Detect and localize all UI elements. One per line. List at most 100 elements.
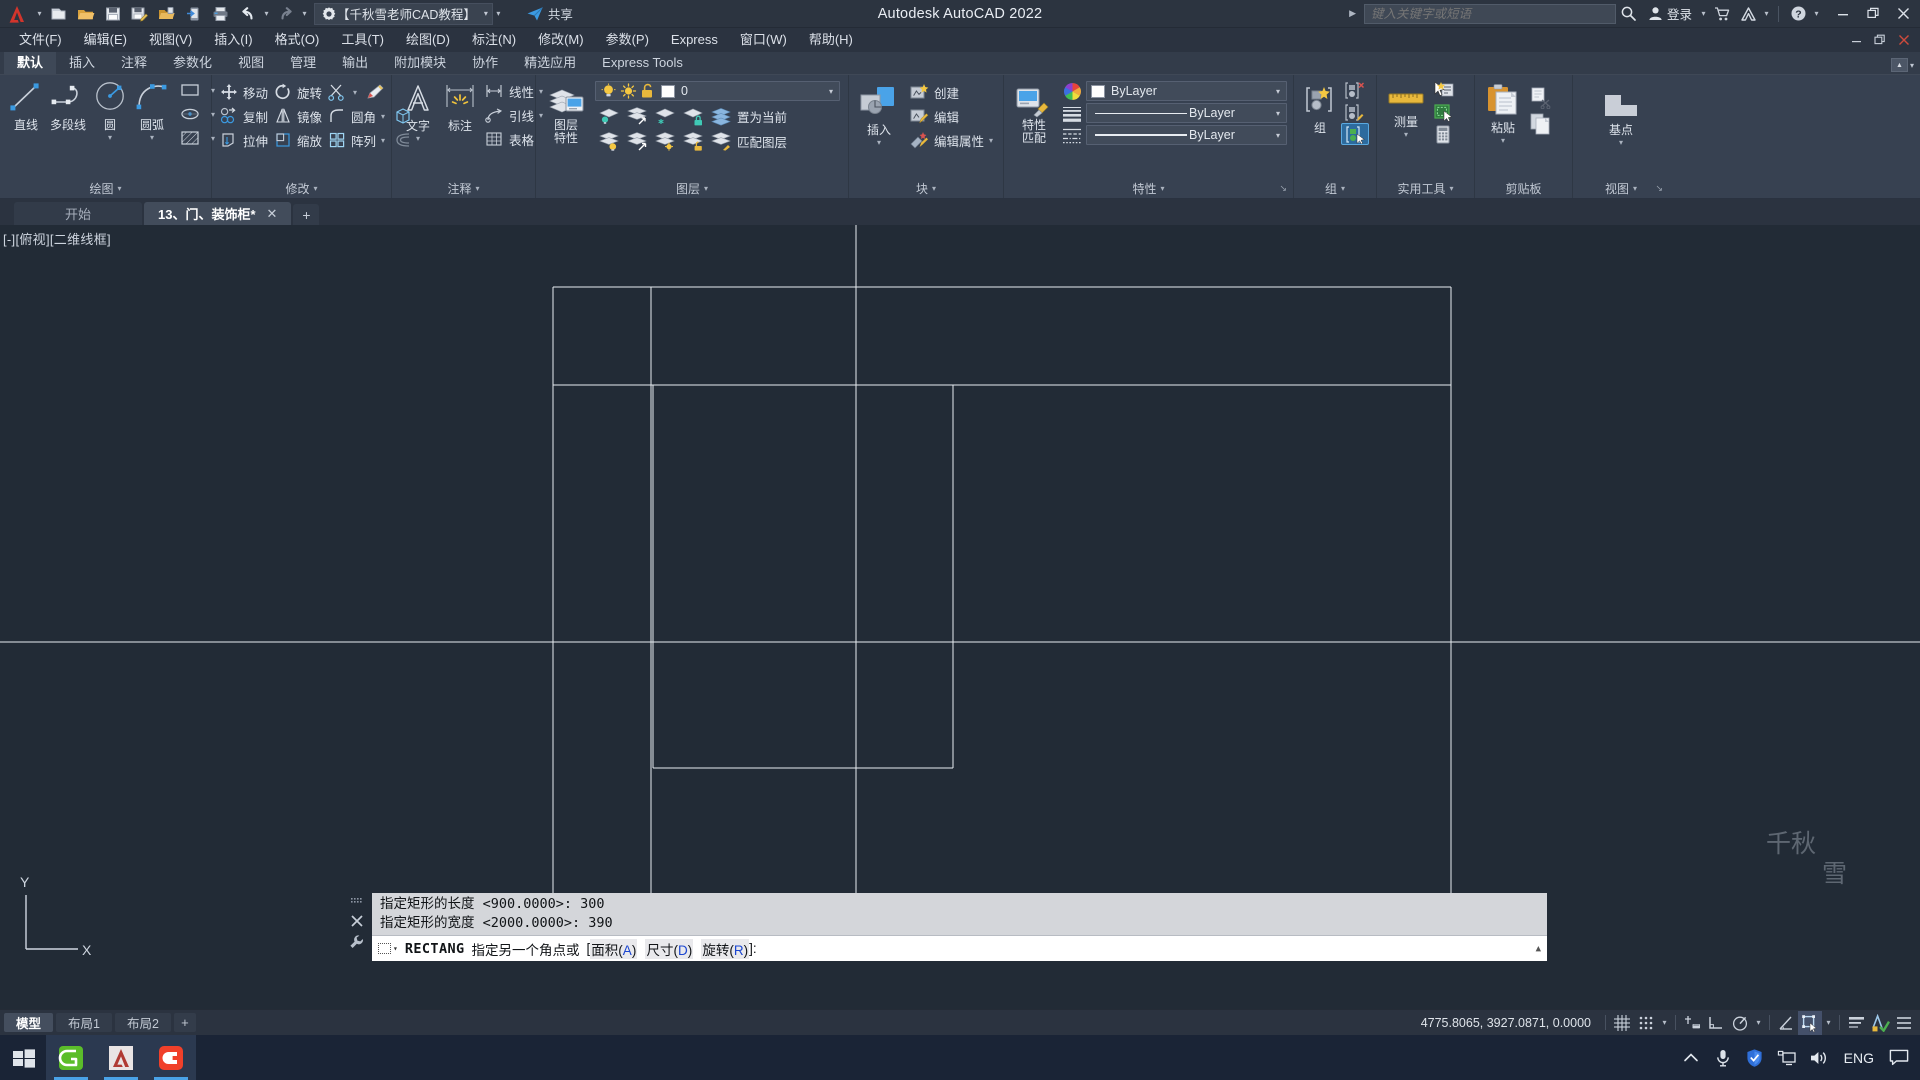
- insert-block-dropdown-caret[interactable]: ▾: [877, 139, 881, 147]
- match-properties-button[interactable]: 特性 匹配: [1009, 79, 1059, 145]
- command-history[interactable]: 指定矩形的长度 <900.0000>: 300 指定矩形的宽度 <2000.00…: [372, 893, 1547, 935]
- qat-customize-caret[interactable]: ▾: [34, 0, 45, 28]
- undo-dropdown-caret[interactable]: ▾: [261, 0, 272, 28]
- ortho-mode-icon[interactable]: [1704, 1011, 1728, 1035]
- panel-title-properties[interactable]: 特性 ▾ ↘: [1004, 179, 1293, 198]
- ribbon-tab-addins[interactable]: 附加模块: [381, 51, 459, 74]
- menu-item-draw[interactable]: 绘图(D): [395, 28, 461, 52]
- command-history-caret-icon[interactable]: ▾: [393, 944, 398, 953]
- scale-tool-button[interactable]: 缩放: [271, 128, 325, 152]
- network-display-icon[interactable]: [1772, 1035, 1802, 1080]
- menu-item-tools[interactable]: 工具(T): [330, 28, 395, 52]
- volume-icon[interactable]: [1804, 1035, 1834, 1080]
- status-tab-layout2[interactable]: 布局2: [114, 1013, 171, 1032]
- arc-tool-button[interactable]: 圆弧 ▾: [131, 78, 173, 142]
- panel-title-annotation[interactable]: 注释 ▾: [392, 179, 535, 198]
- lightbulb-on-icon[interactable]: [600, 83, 617, 99]
- panel-title-group[interactable]: 组 ▾: [1294, 179, 1376, 198]
- undo-icon[interactable]: [234, 2, 261, 26]
- cut-button[interactable]: [1526, 85, 1554, 111]
- edit-attributes-button[interactable]: 编辑属性 ▾: [906, 128, 996, 152]
- ribbon-tab-manage[interactable]: 管理: [277, 51, 329, 74]
- line-tool-button[interactable]: 直线: [5, 78, 47, 133]
- coordinates-display[interactable]: 4775.8065, 3927.0871, 0.0000: [1411, 1016, 1601, 1030]
- ribbon-tab-home[interactable]: 默认: [4, 51, 57, 74]
- drag-handle-icon[interactable]: [350, 896, 364, 911]
- panel-expand-properties-caret[interactable]: ▾: [1161, 184, 1165, 193]
- menu-item-help[interactable]: 帮助(H): [798, 28, 864, 52]
- layer-lock-button[interactable]: [679, 104, 707, 128]
- drawing-canvas[interactable]: [-][俯视][二维线框] Y X 千秋 雪 指定矩形的长度 <900.0000…: [0, 225, 1920, 1009]
- ribbon-tab-featured-apps[interactable]: 精选应用: [511, 51, 589, 74]
- open-from-web-icon[interactable]: [153, 2, 180, 26]
- array-tool-button[interactable]: 阵列 ▾: [325, 128, 388, 152]
- taskbar-app-green-icon[interactable]: [46, 1035, 96, 1080]
- panel-expand-draw-caret[interactable]: ▾: [118, 184, 122, 193]
- workspace-switcher[interactable]: 【千秋雪老师CAD教程】 ▾: [314, 2, 493, 25]
- measure-dropdown-caret[interactable]: ▾: [1404, 131, 1408, 139]
- polyline-tool-button[interactable]: 多段线: [47, 78, 89, 133]
- workspace-dropdown-caret[interactable]: ▾: [484, 9, 488, 18]
- object-linetype-combo[interactable]: ByLayer ▾: [1086, 125, 1287, 145]
- cart-icon[interactable]: [1709, 1, 1735, 27]
- save-as-icon[interactable]: [126, 2, 153, 26]
- search-expander-icon[interactable]: ▶: [1349, 8, 1356, 19]
- customization-menu-icon[interactable]: [1892, 1011, 1916, 1035]
- linetype-list-button[interactable]: [1061, 125, 1083, 145]
- taskbar-app-c-icon[interactable]: [146, 1035, 196, 1080]
- view-dialog-launcher[interactable]: ↘: [1655, 183, 1663, 194]
- layer-unisolate-button[interactable]: [623, 104, 651, 128]
- layer-thaw-all-button[interactable]: [651, 129, 679, 153]
- ribbon-minimize-icon[interactable]: ▲: [1890, 58, 1908, 72]
- microphone-icon[interactable]: [1708, 1035, 1738, 1080]
- snap-dropdown-caret[interactable]: ▾: [1658, 1011, 1671, 1035]
- select-all-button[interactable]: [1430, 101, 1458, 123]
- shield-security-icon[interactable]: [1740, 1035, 1770, 1080]
- restore-window-button[interactable]: [1858, 0, 1888, 28]
- ribbon-tab-view[interactable]: 视图: [225, 51, 277, 74]
- customize-wrench-icon[interactable]: [349, 934, 365, 953]
- menu-item-modify[interactable]: 修改(M): [527, 28, 595, 52]
- group-button[interactable]: 组: [1299, 79, 1341, 136]
- document-tab-start[interactable]: 开始: [14, 202, 142, 225]
- command-scroll-up-icon[interactable]: ▲: [1536, 944, 1541, 954]
- fillet-dropdown-caret[interactable]: ▾: [381, 112, 385, 121]
- polar-tracking-icon[interactable]: [1728, 1011, 1752, 1035]
- layer-make-current-button[interactable]: 置为当前: [707, 104, 790, 128]
- panel-expand-modify-caret[interactable]: ▾: [314, 184, 318, 193]
- layer-unlock-button[interactable]: [679, 129, 707, 153]
- object-lineweight-dropdown-caret[interactable]: ▾: [1276, 109, 1284, 118]
- fillet-tool-button[interactable]: 圆角 ▾: [325, 104, 388, 128]
- circle-dropdown-caret[interactable]: ▾: [108, 134, 112, 142]
- search-icon[interactable]: [1616, 1, 1642, 27]
- menu-item-insert[interactable]: 插入(I): [203, 28, 263, 52]
- help-dropdown-caret[interactable]: ▾: [1811, 0, 1822, 28]
- ribbon-tab-output[interactable]: 输出: [329, 51, 381, 74]
- status-tab-layout1[interactable]: 布局1: [56, 1013, 112, 1032]
- panel-title-utilities[interactable]: 实用工具 ▾: [1377, 179, 1474, 198]
- search-input[interactable]: [1370, 6, 1609, 21]
- close-window-button[interactable]: [1888, 0, 1918, 28]
- group-edit-button[interactable]: [1341, 101, 1369, 123]
- command-input-row[interactable]: ▾ RECTANG 指定另一个角点或 [ 面积(A) 尺寸(D) 旋转(R) ]…: [372, 935, 1547, 961]
- panel-title-view[interactable]: 视图 ▾ ↘: [1573, 179, 1669, 198]
- help-question-icon[interactable]: ?: [1785, 1, 1811, 27]
- menu-item-edit[interactable]: 编辑(E): [73, 28, 138, 52]
- object-snap-icon[interactable]: [1798, 1010, 1822, 1035]
- panel-expand-group-caret[interactable]: ▾: [1341, 184, 1345, 193]
- move-tool-button[interactable]: 移动: [217, 80, 271, 104]
- redo-icon[interactable]: [272, 2, 299, 26]
- current-layer-combo[interactable]: 0 ▾: [595, 81, 840, 101]
- text-tool-button[interactable]: 文字 ▾: [397, 79, 439, 143]
- panel-title-draw[interactable]: 绘图 ▾: [0, 179, 211, 198]
- new-document-tab-button[interactable]: +: [293, 204, 320, 225]
- properties-dialog-launcher[interactable]: ↘: [1279, 183, 1287, 194]
- insert-block-button[interactable]: 插入 ▾: [854, 79, 904, 147]
- ribbon-tab-collaborate[interactable]: 协作: [459, 51, 511, 74]
- polar-dropdown-caret[interactable]: ▾: [1752, 1011, 1765, 1035]
- layer-off-button[interactable]: [595, 129, 623, 153]
- layer-freeze-button[interactable]: [651, 104, 679, 128]
- stretch-tool-button[interactable]: 拉伸: [217, 128, 271, 152]
- calculator-button[interactable]: [1430, 123, 1458, 145]
- current-layer-dropdown-caret[interactable]: ▾: [829, 87, 837, 96]
